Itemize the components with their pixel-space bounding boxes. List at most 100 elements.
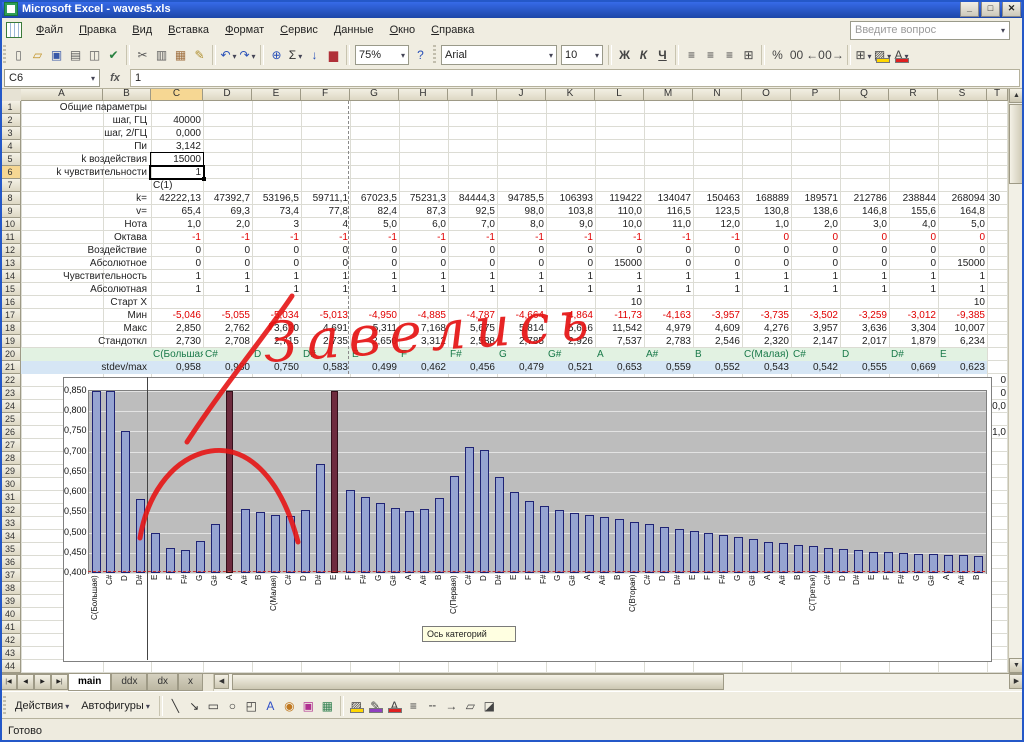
sort-ascending[interactable]: ↓ xyxy=(305,46,324,65)
column-header[interactable]: N xyxy=(693,88,742,101)
cell[interactable]: C(Малая) xyxy=(742,348,791,361)
borders[interactable]: ⊞ xyxy=(854,46,873,65)
cell[interactable]: 9,0 xyxy=(546,218,595,231)
cell[interactable]: Абсолютное xyxy=(22,257,149,270)
cell[interactable]: 1 xyxy=(546,283,595,296)
align-center[interactable]: ≡ xyxy=(701,46,720,65)
row-header[interactable]: 23 xyxy=(0,387,21,400)
cell[interactable]: 2,762 xyxy=(203,322,252,335)
cell[interactable]: 0 xyxy=(644,244,693,257)
cell[interactable]: -4,163 xyxy=(644,309,693,322)
column-header[interactable]: B xyxy=(103,88,151,101)
row-header[interactable]: 18 xyxy=(0,322,21,335)
cell[interactable]: 1 xyxy=(203,270,252,283)
row-header[interactable]: 8 xyxy=(0,192,21,205)
cell[interactable]: 2,320 xyxy=(742,335,791,348)
sheet-tab-dx[interactable]: dx xyxy=(147,674,179,691)
tab-scroll-button[interactable]: |◀ xyxy=(0,674,17,690)
cell[interactable]: Нота xyxy=(22,218,149,231)
menu-item[interactable]: Вставка xyxy=(160,21,217,39)
cell[interactable]: -5,034 xyxy=(252,309,301,322)
cell[interactable]: 1,0 xyxy=(987,426,1008,439)
vertical-scrollbar[interactable]: ▲ ▼ xyxy=(1008,88,1024,673)
cell[interactable]: 106393 xyxy=(546,192,595,205)
cell[interactable]: 10,007 xyxy=(938,322,987,335)
row-header[interactable]: 28 xyxy=(0,452,21,465)
cell[interactable]: 0 xyxy=(889,244,938,257)
tab-scroll-button[interactable]: ▶| xyxy=(51,674,68,690)
cell[interactable]: -4,787 xyxy=(448,309,497,322)
menu-item[interactable]: Формат xyxy=(217,21,272,39)
cell[interactable]: 0,521 xyxy=(546,361,595,374)
cell[interactable]: 0 xyxy=(840,257,889,270)
insert-hyperlink[interactable]: ⊕ xyxy=(267,46,286,65)
cell[interactable]: Октава xyxy=(22,231,149,244)
cell[interactable]: 0,462 xyxy=(399,361,448,374)
cell[interactable]: 1 xyxy=(350,270,399,283)
menu-item[interactable]: Данные xyxy=(326,21,382,39)
row-header[interactable]: 17 xyxy=(0,309,21,322)
spelling[interactable]: ✔ xyxy=(104,46,123,65)
cell[interactable]: 0,479 xyxy=(497,361,546,374)
cell[interactable]: шаг, ГЦ xyxy=(22,114,149,127)
cell[interactable]: 0 xyxy=(791,257,840,270)
cell[interactable]: 5,311 xyxy=(350,322,399,335)
column-header[interactable]: P xyxy=(791,88,840,101)
cell[interactable]: 1 xyxy=(301,283,350,296)
cell[interactable]: k= xyxy=(22,192,149,205)
cell[interactable]: 0,669 xyxy=(889,361,938,374)
cell[interactable]: -1 xyxy=(546,231,595,244)
cell[interactable]: 1 xyxy=(791,283,840,296)
cell[interactable]: 0 xyxy=(938,231,987,244)
cell[interactable]: 53196,5 xyxy=(252,192,301,205)
cell[interactable]: 0,980 xyxy=(203,361,252,374)
cell[interactable]: -3,957 xyxy=(693,309,742,322)
cell[interactable]: 10,0 xyxy=(595,218,644,231)
row-header[interactable]: 33 xyxy=(0,517,21,530)
cell[interactable]: 77,8 xyxy=(301,205,350,218)
row-header[interactable]: 30 xyxy=(0,478,21,491)
cell[interactable]: 189571 xyxy=(791,192,840,205)
cell[interactable]: 84444,3 xyxy=(448,192,497,205)
row-header[interactable]: 13 xyxy=(0,257,21,270)
cell[interactable]: v= xyxy=(22,205,149,218)
cell[interactable]: 0 xyxy=(252,257,301,270)
cell[interactable]: -4,950 xyxy=(350,309,399,322)
clip-art[interactable]: ▣ xyxy=(299,696,318,715)
column-header[interactable]: M xyxy=(644,88,693,101)
autoshapes-menu[interactable]: Автофигуры xyxy=(75,698,156,714)
cell[interactable]: 67023,5 xyxy=(350,192,399,205)
cell[interactable]: 0 xyxy=(889,257,938,270)
cell[interactable]: -3,259 xyxy=(840,309,889,322)
cell[interactable]: 0,583 xyxy=(301,361,350,374)
cell[interactable]: 0 xyxy=(987,387,1008,400)
cell[interactable]: G# xyxy=(546,348,595,361)
cut[interactable]: ✂ xyxy=(133,46,152,65)
cell[interactable]: 30 xyxy=(987,192,1008,205)
cell[interactable]: 1,0 xyxy=(742,218,791,231)
sheet-tab-x[interactable]: x xyxy=(178,674,204,691)
row-header[interactable]: 32 xyxy=(0,504,21,517)
italic[interactable]: К xyxy=(634,46,653,65)
cell[interactable]: 0 xyxy=(693,257,742,270)
cell[interactable]: 0,552 xyxy=(693,361,742,374)
cell[interactable]: 15000 xyxy=(938,257,987,270)
cell[interactable]: 155,6 xyxy=(889,205,938,218)
cell[interactable]: 0,000 xyxy=(151,127,203,140)
cell[interactable]: 146,8 xyxy=(840,205,889,218)
cell[interactable]: 1 xyxy=(151,270,203,283)
cell[interactable]: 116,5 xyxy=(644,205,693,218)
line-color[interactable]: ✎ xyxy=(366,696,385,715)
cell[interactable]: 0,543 xyxy=(742,361,791,374)
cell[interactable]: 2,715 xyxy=(252,335,301,348)
row-header[interactable]: 31 xyxy=(0,491,21,504)
cell[interactable]: Старт X xyxy=(22,296,149,309)
cell[interactable]: 0 xyxy=(889,231,938,244)
column-header[interactable]: L xyxy=(595,88,644,101)
cell[interactable]: 4,276 xyxy=(742,322,791,335)
cell[interactable]: 0 xyxy=(595,244,644,257)
cell[interactable]: 0,653 xyxy=(595,361,644,374)
row-header[interactable]: 40 xyxy=(0,608,21,621)
oval[interactable]: ○ xyxy=(223,696,242,715)
cell[interactable]: шаг, 2/ГЦ xyxy=(22,127,149,140)
